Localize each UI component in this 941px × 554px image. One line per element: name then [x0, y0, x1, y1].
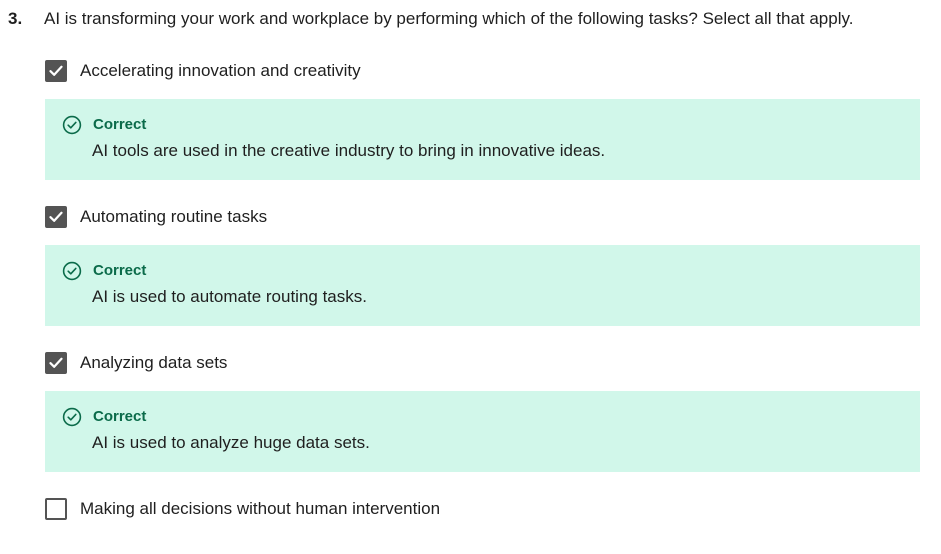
option-label: Making all decisions without human inter… — [80, 499, 441, 518]
check-circle-icon — [62, 261, 82, 281]
feedback-status: Correct — [93, 408, 147, 425]
option-label: Analyzing data sets — [80, 353, 228, 372]
feedback-explanation: AI is used to automate routing tasks. — [92, 287, 367, 306]
feedback-status: Correct — [93, 116, 147, 133]
option-checkbox[interactable] — [45, 498, 67, 520]
option-checkbox[interactable] — [45, 352, 67, 374]
option-label: Automating routine tasks — [80, 207, 268, 226]
question-header: 3. AI is transforming your work and work… — [8, 9, 853, 29]
answer-option[interactable]: Analyzing data sets — [45, 351, 227, 375]
feedback-panel: Correct AI is used to analyze huge data … — [45, 391, 920, 472]
feedback-status: Correct — [93, 262, 147, 279]
answer-option[interactable]: Automating routine tasks — [45, 205, 267, 229]
option-checkbox[interactable] — [45, 60, 67, 82]
answer-option[interactable]: Making all decisions without human inter… — [45, 497, 440, 521]
feedback-explanation: AI is used to analyze huge data sets. — [92, 433, 370, 452]
checkmark-icon — [49, 211, 63, 222]
question-number: 3. — [8, 9, 23, 28]
option-label: Accelerating innovation and creativity — [80, 61, 361, 80]
check-circle-icon — [62, 115, 82, 135]
checkmark-icon — [49, 65, 63, 76]
answer-option[interactable]: Accelerating innovation and creativity — [45, 59, 361, 83]
question-text: AI is transforming your work and workpla… — [44, 9, 854, 28]
feedback-explanation: AI tools are used in the creative indust… — [92, 141, 606, 160]
check-circle-icon — [62, 407, 82, 427]
checkmark-icon — [49, 357, 63, 368]
option-checkbox[interactable] — [45, 206, 67, 228]
feedback-panel: Correct AI tools are used in the creativ… — [45, 99, 920, 180]
feedback-panel: Correct AI is used to automate routing t… — [45, 245, 920, 326]
